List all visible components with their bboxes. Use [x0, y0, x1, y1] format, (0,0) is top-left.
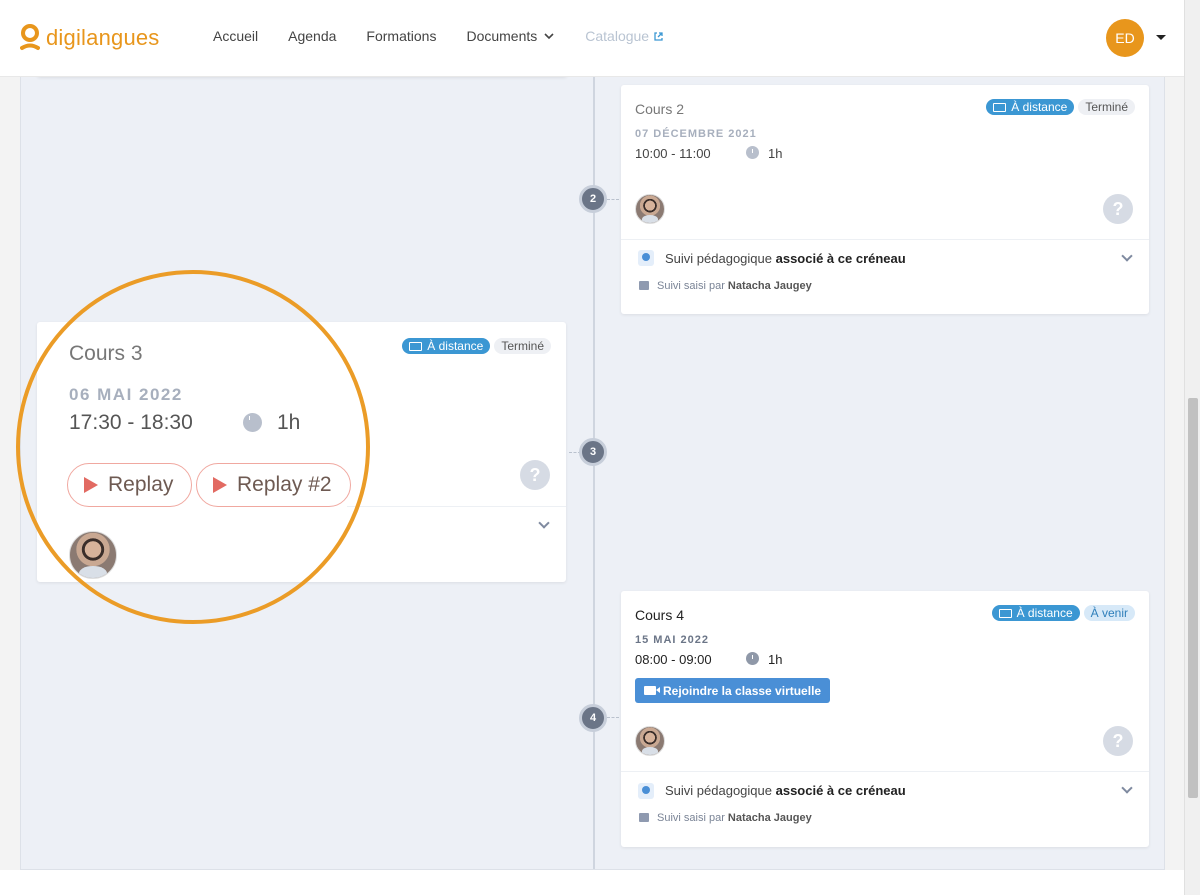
course-title: Cours 2	[635, 101, 685, 117]
timeline-tick	[607, 199, 619, 200]
remote-badge-label: À distance	[427, 339, 484, 353]
suivi-header[interactable]: Suivi pédagogique associé à ce créneau	[665, 251, 906, 266]
course-badges: À distance À venir	[991, 605, 1135, 621]
saisi-prefix: Suivi saisi par	[657, 280, 725, 292]
card-divider	[621, 771, 1149, 772]
course-time: 10:00 - 11:00	[635, 146, 711, 161]
course-card-cours-4: Cours 4 À distance À venir 15 MAI 2022 0…	[621, 591, 1149, 847]
user-menu-caret-icon[interactable]	[1156, 35, 1166, 40]
clock-icon	[243, 413, 262, 432]
scrollbar-thumb[interactable]	[1188, 398, 1198, 798]
nav-accueil[interactable]: Accueil	[213, 28, 258, 44]
vertical-scrollbar[interactable]	[1184, 0, 1200, 895]
course-time: 08:00 - 09:00	[635, 652, 712, 667]
join-label: Rejoindre la classe virtuelle	[663, 683, 822, 698]
teacher-avatar[interactable]	[635, 726, 665, 756]
help-button[interactable]: ?	[520, 460, 550, 490]
course-time: 17:30 - 18:30	[69, 411, 193, 434]
teacher-avatar[interactable]	[69, 531, 117, 579]
chevron-down-icon[interactable]	[1121, 250, 1133, 262]
course-duration: 1h	[768, 146, 783, 161]
saisi-name: Natacha Jaugey	[727, 812, 812, 824]
join-virtual-class-button[interactable]: Rejoindre la classe virtuelle	[635, 678, 831, 703]
top-navbar: digilangues Accueil Agenda Formations Do…	[0, 0, 1184, 77]
timeline-tick	[607, 717, 619, 718]
course-card-cours-3: Cours 3 À distance Terminé 06 MAI 2022 1…	[37, 322, 566, 582]
browser-viewport: digilangues Accueil Agenda Formations Do…	[0, 0, 1200, 895]
user-avatar[interactable]: ED	[1106, 19, 1144, 57]
external-link-icon	[654, 31, 663, 41]
card-divider	[621, 239, 1149, 240]
course-duration: 1h	[768, 652, 783, 667]
remote-screen-icon	[993, 102, 1007, 112]
nav-catalogue[interactable]: Catalogue	[585, 28, 664, 44]
main-nav: Accueil Agenda Formations Documents Cata…	[213, 28, 664, 44]
remote-screen-icon	[409, 341, 423, 351]
student-icon	[638, 250, 654, 266]
timeline-node-2: 2	[579, 185, 607, 213]
chevron-down-icon[interactable]	[1121, 782, 1133, 794]
remote-badge: À distance	[986, 99, 1075, 115]
chevron-down-icon[interactable]	[538, 517, 550, 529]
clock-icon	[746, 652, 759, 665]
suivi-bold: associé à ce créneau	[775, 251, 906, 266]
replay-button[interactable]: Replay	[67, 463, 193, 507]
brand-name: digilangues	[46, 25, 160, 50]
remote-screen-icon	[998, 608, 1012, 618]
replay-label: Replay	[108, 473, 174, 496]
saisi-prefix: Suivi saisi par	[657, 812, 725, 824]
suivi-author: Suivi saisi par Natacha Jaugey	[657, 812, 812, 824]
nav-catalogue-label: Catalogue	[585, 28, 650, 44]
course-date: 07 DÉCEMBRE 2021	[635, 128, 757, 140]
suivi-header[interactable]: Suivi pédagogique associé à ce créneau	[665, 783, 906, 798]
play-icon	[213, 477, 227, 493]
status-badge: Terminé	[494, 338, 551, 354]
course-date: 06 MAI 2022	[69, 385, 183, 404]
remote-badge-label: À distance	[1011, 100, 1068, 114]
course-badges: À distance Terminé	[402, 338, 551, 354]
timeline-node-4: 4	[579, 704, 607, 732]
help-button[interactable]: ?	[1103, 726, 1133, 756]
remote-badge: À distance	[991, 605, 1080, 621]
timeline-container: 2 3 4 Cours 2 À distance Terminé 07 DÉCE…	[20, 77, 1165, 870]
chevron-down-icon	[544, 33, 554, 40]
suivi-bold: associé à ce créneau	[775, 783, 906, 798]
status-badge: Terminé	[1078, 99, 1135, 115]
course-card-cours-2: Cours 2 À distance Terminé 07 DÉCEMBRE 2…	[621, 85, 1149, 314]
course-duration: 1h	[277, 411, 301, 434]
video-camera-icon	[644, 686, 660, 695]
course-badges: À distance Terminé	[986, 99, 1135, 115]
status-badge: À venir	[1083, 605, 1135, 621]
play-icon	[84, 477, 98, 493]
course-date: 15 MAI 2022	[635, 634, 709, 646]
remote-badge: À distance	[402, 338, 491, 354]
suivi-author: Suivi saisi par Natacha Jaugey	[657, 280, 812, 292]
logo[interactable]: digilangues	[20, 24, 160, 52]
note-icon	[639, 813, 649, 822]
clock-icon	[746, 146, 759, 159]
nav-documents[interactable]: Documents	[466, 28, 555, 44]
saisi-name: Natacha Jaugey	[727, 280, 812, 292]
nav-agenda[interactable]: Agenda	[288, 28, 336, 44]
page-footer-strip	[0, 870, 1184, 895]
student-icon	[638, 783, 654, 799]
replay-2-label: Replay #2	[237, 473, 332, 496]
replay-2-button[interactable]: Replay #2	[196, 463, 351, 507]
suivi-prefix: Suivi pédagogique	[665, 783, 772, 798]
teacher-avatar[interactable]	[635, 194, 665, 224]
timeline-node-3: 3	[579, 438, 607, 466]
card-divider	[347, 506, 566, 507]
help-button[interactable]: ?	[1103, 194, 1133, 224]
remote-badge-label: À distance	[1016, 606, 1073, 620]
nav-documents-label: Documents	[466, 28, 538, 44]
course-title: Cours 3	[69, 342, 143, 365]
note-icon	[639, 281, 649, 290]
suivi-prefix: Suivi pédagogique	[665, 251, 772, 266]
nav-formations[interactable]: Formations	[366, 28, 436, 44]
logo-pin-icon	[20, 24, 40, 52]
course-title: Cours 4	[635, 607, 685, 623]
